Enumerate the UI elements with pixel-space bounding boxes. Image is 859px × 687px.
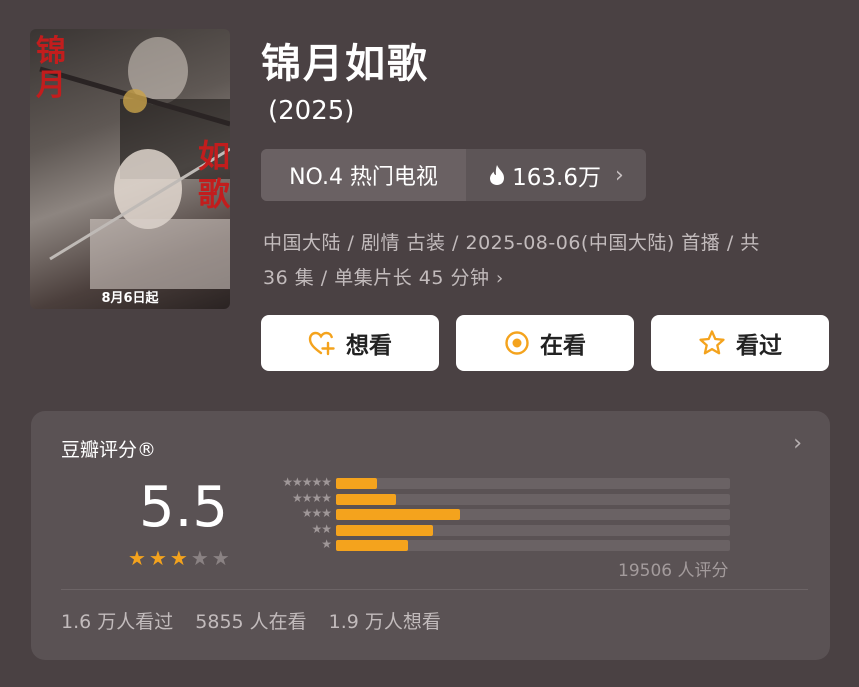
poster-title-right: 如 歌: [198, 137, 230, 213]
vote-count: 19506 人评分: [618, 561, 729, 581]
rating-bar-stars: ★★★: [301, 506, 332, 520]
rating-bar-fill: [336, 509, 461, 520]
rating-header: 豆瓣评分®: [61, 439, 157, 461]
divider: [61, 589, 808, 590]
rating-bar-stars: ★: [321, 537, 332, 551]
rank-badge[interactable]: NO.4 热门电视 163.6万 ›: [261, 149, 646, 201]
star-empty-icon: ★: [211, 546, 230, 570]
meta-line-1: 中国大陆 / 剧情 古装 / 2025-08-06(中国大陆) 首播 / 共: [263, 232, 760, 254]
rating-stars: ★ ★ ★ ★ ★: [128, 548, 230, 568]
rating-bar-fill: [336, 493, 396, 505]
rating-bar-track: [336, 509, 730, 520]
show-meta[interactable]: 中国大陆 / 剧情 古装 / 2025-08-06(中国大陆) 首播 / 共 3…: [263, 226, 833, 296]
watching-label: 在看: [540, 333, 586, 359]
target-circle-icon: [505, 331, 529, 355]
rating-bar-stars: ★★★★: [291, 490, 332, 505]
stat-watched: 1.6 万人看过: [61, 611, 174, 633]
rank-label: NO.4 热门电视: [261, 149, 466, 201]
watched-label: 看过: [736, 333, 782, 359]
rating-bar-row: ★★★★★: [255, 475, 735, 491]
stat-watching: 5855 人在看: [195, 611, 307, 633]
rating-bar-track: [336, 540, 730, 551]
star-filled-icon: ★: [169, 546, 188, 570]
rating-bar-track: [336, 478, 730, 489]
poster-air-date: 8月6日起: [101, 291, 159, 306]
star-filled-icon: ★: [128, 546, 146, 570]
star-outline-icon: [699, 330, 725, 355]
rating-bar-row: ★★★★: [255, 490, 735, 507]
star-filled-icon: ★: [148, 546, 167, 570]
heart-plus-icon: [308, 331, 335, 356]
stat-want: 1.9 万人想看: [328, 611, 441, 633]
rating-bar-fill: [336, 524, 433, 536]
rating-bar-fill: [336, 540, 409, 551]
heat-indicator[interactable]: 163.6万 ›: [466, 158, 646, 192]
rating-bar-row: ★★★: [255, 506, 735, 522]
release-year: (2025): [268, 96, 355, 126]
rating-bar-fill: [336, 478, 377, 489]
audience-stats: 1.6 万人看过 5855 人在看 1.9 万人想看: [61, 607, 441, 634]
poster-title-left: 锦 月: [36, 34, 66, 103]
chevron-right-icon: ›: [496, 268, 504, 289]
rating-bar-row: ★★: [255, 521, 735, 538]
watching-button[interactable]: 在看: [456, 315, 634, 371]
poster-image[interactable]: 锦 月 如 歌 8月6日起: [30, 29, 230, 309]
flame-icon: [490, 165, 505, 185]
chevron-right-icon: ›: [615, 162, 624, 188]
want-to-watch-button[interactable]: 想看: [261, 315, 439, 371]
star-empty-icon: ★: [190, 546, 209, 570]
want-label: 想看: [346, 333, 392, 359]
rating-bar-track: [336, 493, 730, 505]
rating-bar-stars: ★★: [311, 521, 331, 536]
rating-bar-row: ★: [255, 537, 735, 553]
page-title: 锦月如歌: [261, 41, 429, 87]
watched-button[interactable]: 看过: [651, 315, 829, 371]
rating-score: 5.5: [139, 475, 229, 540]
chevron-right-icon[interactable]: ›: [793, 431, 802, 456]
meta-line-2: 36 集 / 单集片长 45 分钟: [263, 267, 490, 289]
rating-card[interactable]: 豆瓣评分® › 5.5 ★ ★ ★ ★ ★ ★★★★★ ★★★★ ★★★ ★★ ★ 19506 …: [31, 411, 830, 660]
rating-bar-stars: ★★★★★: [282, 475, 332, 489]
heat-value: 163.6万: [512, 165, 602, 191]
rating-bar-track: [336, 524, 730, 536]
